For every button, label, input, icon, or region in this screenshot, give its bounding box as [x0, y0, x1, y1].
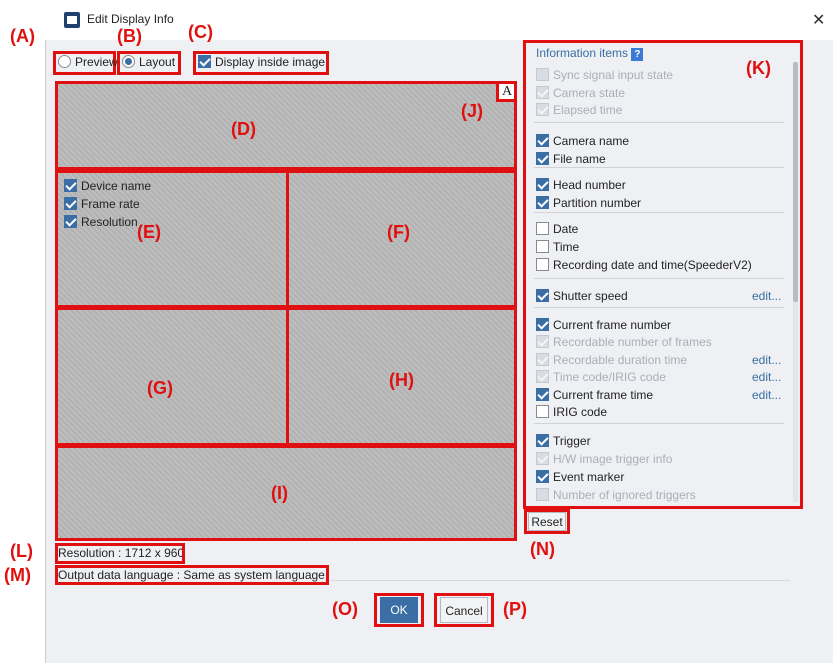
radio-icon	[58, 55, 71, 68]
checkbox-icon	[64, 215, 77, 228]
window-title: Edit Display Info	[87, 12, 174, 26]
checkbox-icon	[64, 179, 77, 192]
display-inside-image-checkbox[interactable]: Display inside image	[198, 55, 325, 69]
callout-j: (J)	[461, 101, 483, 121]
preview-label: Preview	[75, 55, 118, 69]
callout-n: (N)	[530, 539, 555, 559]
callout-k: (K)	[746, 58, 771, 78]
panel-e-item-label: Frame rate	[81, 197, 140, 211]
checkbox-icon	[64, 197, 77, 210]
radio-selected-icon	[122, 55, 135, 68]
callout-g: (G)	[147, 378, 173, 398]
callout-e: (E)	[137, 222, 161, 242]
panel-e-item-frame-rate[interactable]: Frame rate	[64, 197, 140, 211]
app-icon	[64, 12, 80, 28]
callout-box-o	[374, 593, 424, 627]
callout-b: (B)	[117, 26, 142, 46]
divider	[330, 580, 790, 581]
callout-a: (A)	[10, 26, 35, 46]
callout-f: (F)	[387, 222, 410, 242]
panel-e-item-label: Resolution	[81, 215, 138, 229]
callout-l: (L)	[10, 541, 33, 561]
callout-box-j	[496, 81, 517, 102]
callout-box-m	[55, 565, 329, 585]
callout-box-k	[523, 40, 803, 509]
callout-box-d	[55, 81, 517, 170]
callout-box-n	[524, 509, 570, 534]
callout-box-g	[55, 307, 289, 446]
callout-p: (P)	[503, 599, 527, 619]
layout-radio[interactable]: Layout	[122, 55, 175, 69]
callout-h: (H)	[389, 370, 414, 390]
callout-m: (M)	[4, 565, 31, 585]
panel-e-item-label: Device name	[81, 179, 152, 193]
display-inside-image-label: Display inside image	[215, 55, 326, 69]
callout-box-l	[55, 543, 185, 564]
panel-e-item-device-name[interactable]: Device name	[64, 179, 151, 193]
callout-c: (C)	[188, 22, 213, 42]
callout-o: (O)	[332, 599, 358, 619]
layout-label: Layout	[139, 55, 176, 69]
callout-d: (D)	[231, 119, 256, 139]
panel-e-item-resolution[interactable]: Resolution	[64, 215, 138, 229]
callout-box-p	[434, 593, 494, 627]
preview-radio[interactable]: Preview	[58, 55, 118, 69]
callout-i: (I)	[271, 483, 288, 503]
checkbox-icon	[198, 55, 211, 68]
close-icon[interactable]: ✕	[812, 10, 825, 30]
